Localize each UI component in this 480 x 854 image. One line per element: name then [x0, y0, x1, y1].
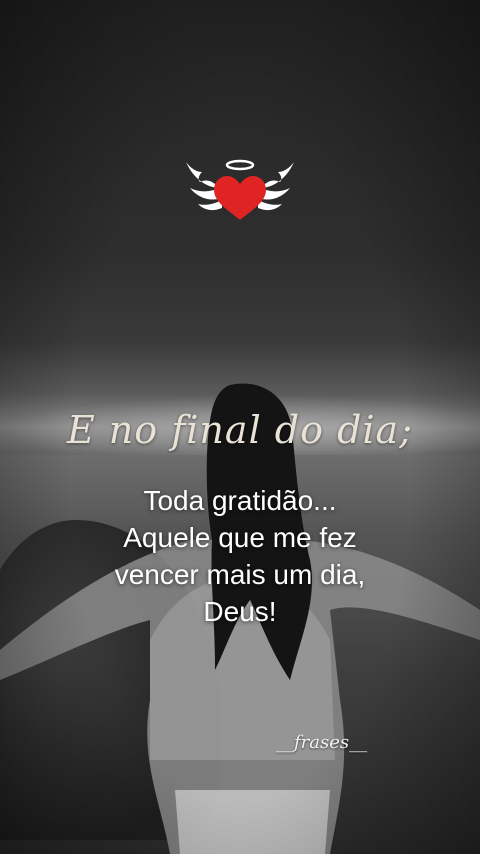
signature: __frases__ [276, 732, 368, 753]
message-text: Toda gratidão... Aquele que me fez vence… [0, 482, 480, 630]
message-line: vencer mais um dia, [114, 559, 366, 590]
message-line: Aquele que me fez [123, 522, 357, 553]
headline: E no final do dia; [66, 408, 414, 452]
message-line: Deus! [203, 596, 277, 627]
angel-heart-icon [184, 158, 296, 222]
message-line: Toda gratidão... [143, 485, 337, 516]
